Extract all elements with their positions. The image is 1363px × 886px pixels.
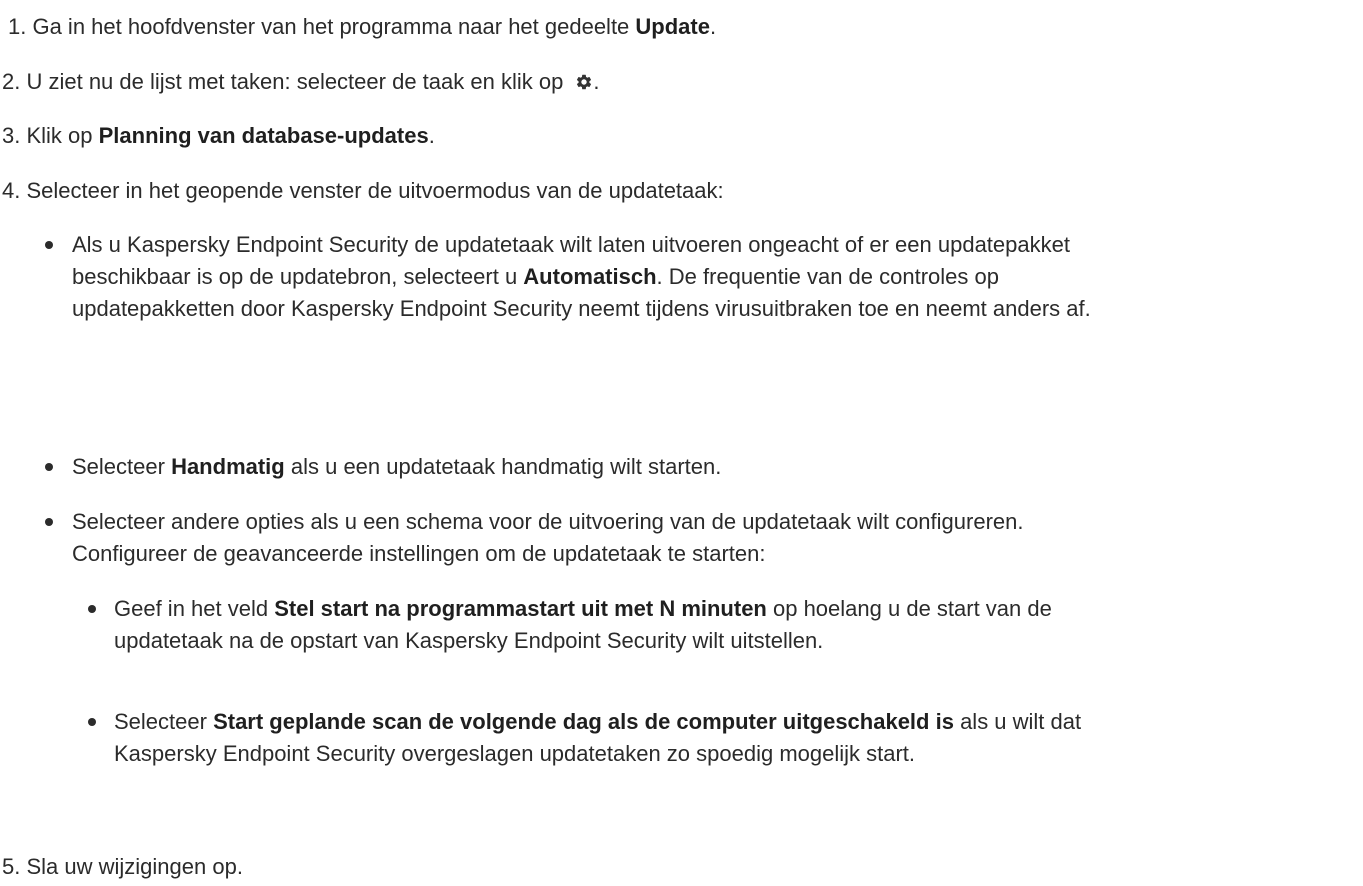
gear-icon [577,74,592,90]
step-text: Klik op [20,123,99,148]
bullet-line: beschikbaar is op de updatebron, selecte… [72,261,1091,293]
update-section-name: Update [635,14,710,39]
bullet-schedule: Selecteer andere opties als u een schema… [72,506,1023,570]
step-text: Ga in het hoofdvenster van het programma… [26,14,636,39]
sub-bullet-delay: Geef in het veld Stel start na programma… [114,593,1052,657]
bullet-text: als u een updatetaak handmatig wilt star… [284,454,722,479]
step-number: 3. [2,123,21,148]
bullet-dot [45,518,53,526]
document: 1. Ga in het hoofdvenster van het progra… [0,0,1363,886]
sub-bullet-next-day: Selecteer Start geplande scan de volgend… [114,706,1081,770]
bullet-line: Als u Kaspersky Endpoint Security de upd… [72,232,1070,257]
sub-bullet-dot [88,718,96,726]
step-number: 5. [2,854,21,879]
step-1: 1. Ga in het hoofdvenster van het progra… [8,11,716,43]
punctuation: . [593,69,600,94]
step-5: 5. Sla uw wijzigingen op. [2,851,243,883]
bullet-line: Kaspersky Endpoint Security overgeslagen… [114,741,916,766]
bullet-line: Configureer de geavanceerde instellingen… [72,541,766,566]
punctuation: . [709,14,717,39]
step-4: 4. Selecteer in het geopende venster de … [2,175,724,207]
bullet-manual: Selecteer Handmatig als u een updatetaak… [72,451,721,483]
next-day-option-name: Start geplande scan de volgende dag als … [213,709,954,734]
step-text: Sla uw wijzigingen op. [20,854,243,879]
bullet-dot [45,241,53,249]
bullet-line: updatepakketten door Kaspersky Endpoint … [72,296,1091,321]
sub-bullet-dot [88,605,96,613]
delay-field-name: Stel start na programmastart uit met N m… [274,596,767,621]
step-2: 2. U ziet nu de lijst met taken: selecte… [2,66,600,98]
bullet-text: op hoelang u de start van de [766,596,1052,621]
step-number: 4. [2,178,21,203]
step-number: 2. [2,69,21,94]
step-text: U ziet nu de lijst met taken: selecteer … [20,69,570,94]
punctuation: . [428,123,435,148]
bullet-line: Selecteer andere opties als u een schema… [72,509,1024,534]
bullet-text: Selecteer [114,709,214,734]
bullet-text: Geef in het veld [114,596,275,621]
automatic-option-name: Automatisch [523,264,657,289]
manual-option-name: Handmatig [171,454,285,479]
bullet-line: Selecteer Handmatig als u een updatetaak… [72,451,721,483]
step-text: Selecteer in het geopende venster de uit… [20,178,724,203]
bullet-line: updatetaak na de opstart van Kaspersky E… [114,628,824,653]
bullet-text: . De frequentie van de controles op [656,264,999,289]
step-3: 3. Klik op Planning van database-updates… [2,120,435,152]
database-updates-schedule-name: Planning van database-updates [98,123,429,148]
bullet-text: als u wilt dat [953,709,1082,734]
bullet-text: Selecteer [72,454,172,479]
bullet-line: Geef in het veld Stel start na programma… [114,593,1052,625]
step-number: 1. [8,14,27,39]
bullet-text: beschikbaar is op de updatebron, selecte… [72,264,524,289]
bullet-automatic: Als u Kaspersky Endpoint Security de upd… [72,229,1091,325]
bullet-line: Selecteer Start geplande scan de volgend… [114,706,1081,738]
bullet-dot [45,463,53,471]
